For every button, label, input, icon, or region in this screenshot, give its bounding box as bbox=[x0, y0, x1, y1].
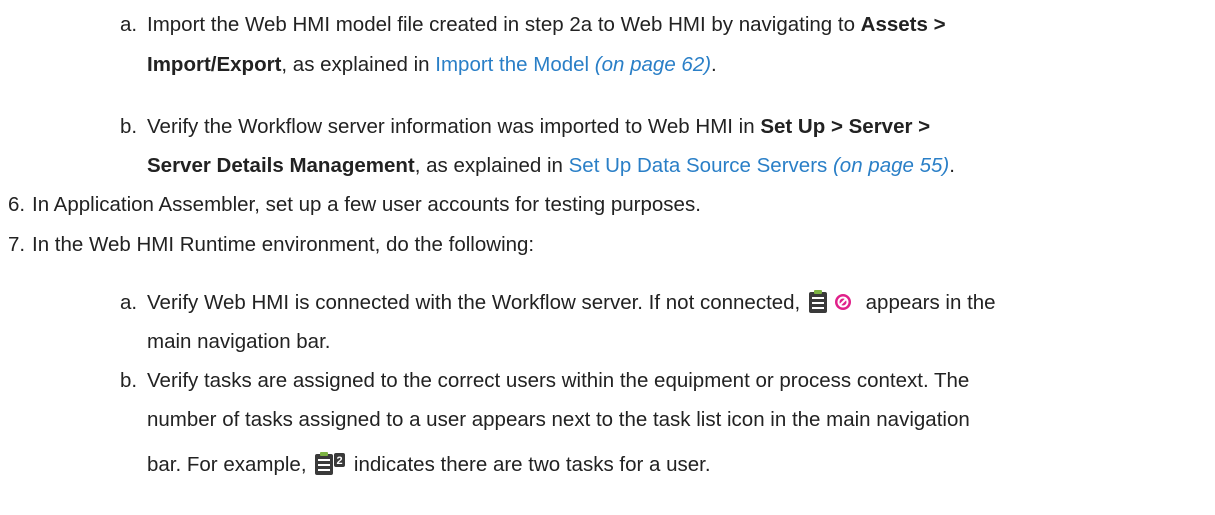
sub-step-marker: b. bbox=[120, 115, 138, 138]
sub-step-b-line1: Verify the Workflow server information w… bbox=[147, 112, 930, 142]
text: appears in the bbox=[859, 291, 996, 314]
document-page: a. Import the Web HMI model file created… bbox=[0, 0, 1215, 515]
page-reference-link[interactable]: (on page 55) bbox=[827, 154, 949, 177]
menu-path: Assets > bbox=[860, 13, 946, 36]
task-list-count-svg: 2 bbox=[315, 452, 346, 475]
sub-step-marker: a. bbox=[120, 13, 138, 36]
sub-step-marker: a. bbox=[120, 291, 138, 314]
menu-path: Server Details Management bbox=[147, 154, 415, 177]
task-count-badge: 2 bbox=[337, 455, 343, 467]
step-number: 7. bbox=[8, 233, 26, 256]
task-list-count-icon: 2 bbox=[314, 451, 346, 486]
text: Import the Web HMI model file created in… bbox=[147, 13, 861, 36]
text: . bbox=[711, 53, 717, 76]
page-reference-link[interactable]: (on page 62) bbox=[589, 53, 711, 76]
text: indicates there are two tasks for a user… bbox=[348, 453, 711, 476]
text: Verify the Workflow server information w… bbox=[147, 115, 761, 138]
text: Verify Web HMI is connected with the Wor… bbox=[147, 291, 806, 314]
sub-step-b-line3: bar. For example, 2 indicates there are … bbox=[147, 450, 711, 486]
text: , as explained in bbox=[281, 53, 436, 76]
task-list-disconnected-icon bbox=[808, 289, 858, 324]
step-7-text: In the Web HMI Runtime environment, do t… bbox=[32, 233, 535, 256]
set-up-servers-link[interactable]: Set Up Data Source Servers bbox=[569, 154, 828, 177]
step-number: 6. bbox=[8, 193, 26, 216]
menu-path: Set Up > Server > bbox=[760, 115, 931, 138]
step-6-text: In Application Assembler, set up a few u… bbox=[32, 193, 701, 216]
sub-step-a-line1: Import the Web HMI model file created in… bbox=[147, 10, 946, 40]
sub-step-a-line2: main navigation bar. bbox=[147, 330, 331, 353]
sub-step-a-line2: Import/Export, as explained in Import th… bbox=[147, 50, 717, 80]
text: bar. For example, bbox=[147, 453, 313, 476]
sub-step-marker: b. bbox=[120, 369, 138, 392]
sub-step-b-line1: Verify tasks are assigned to the correct… bbox=[147, 369, 970, 392]
sub-step-b-line2: Server Details Management, as explained … bbox=[147, 151, 955, 181]
task-list-disconnected-svg bbox=[808, 290, 851, 313]
sub-step-b-line2: number of tasks assigned to a user appea… bbox=[147, 408, 970, 431]
sub-step-a-line1: Verify Web HMI is connected with the Wor… bbox=[147, 288, 996, 324]
text: , as explained in bbox=[414, 154, 569, 177]
text: . bbox=[949, 154, 955, 177]
import-model-link[interactable]: Import the Model bbox=[435, 53, 589, 76]
menu-path: Import/Export bbox=[147, 53, 282, 76]
